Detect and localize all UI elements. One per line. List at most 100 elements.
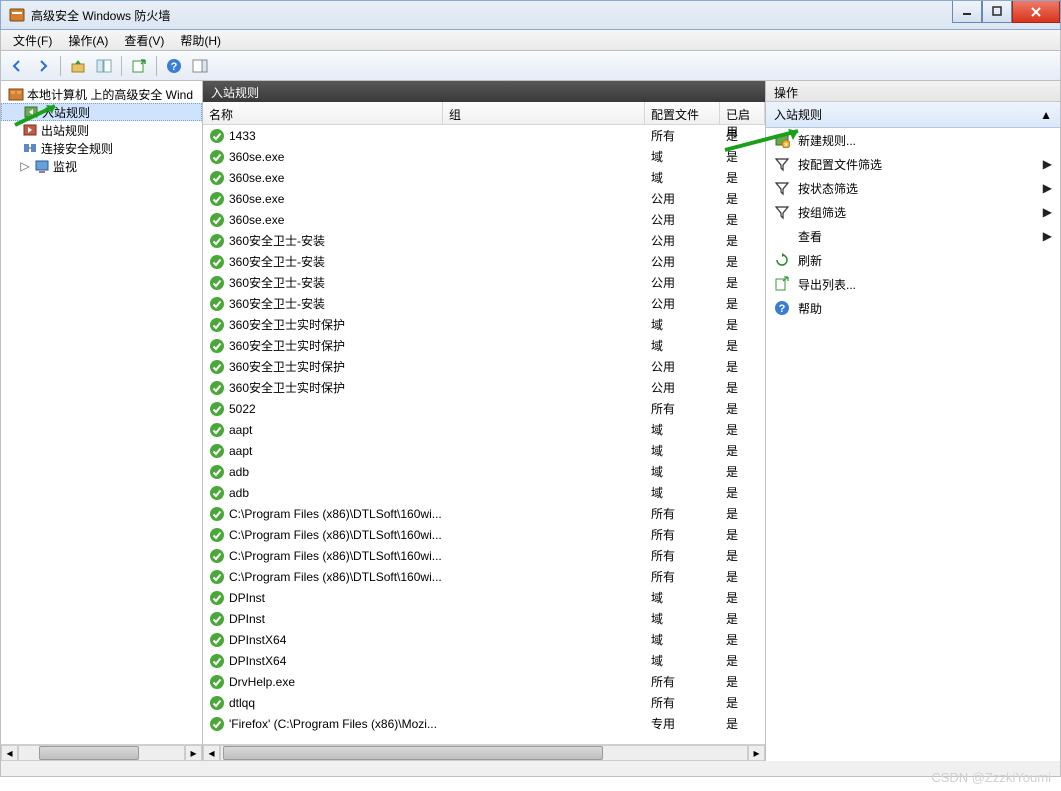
table-row[interactable]: C:\Program Files (x86)\DTLSoft\160wi...所… xyxy=(203,524,765,545)
table-row[interactable]: dtlqq所有是 xyxy=(203,692,765,713)
svg-text:✶: ✶ xyxy=(783,141,789,148)
table-row[interactable]: aapt域是 xyxy=(203,440,765,461)
inbound-icon xyxy=(23,104,39,120)
action-refresh[interactable]: 刷新 xyxy=(766,248,1060,272)
cell-enabled: 是 xyxy=(720,652,765,669)
action-export-label: 导出列表... xyxy=(798,276,856,293)
action-help[interactable]: ? 帮助 xyxy=(766,296,1060,320)
cell-name: dtlqq xyxy=(203,695,443,711)
table-row[interactable]: C:\Program Files (x86)\DTLSoft\160wi...所… xyxy=(203,545,765,566)
table-row[interactable]: 360安全卫士实时保护公用是 xyxy=(203,356,765,377)
table-row[interactable]: 360安全卫士-安装公用是 xyxy=(203,272,765,293)
window-bottom-border xyxy=(0,761,1061,777)
cell-profile: 所有 xyxy=(645,547,720,564)
col-enabled[interactable]: 已启用 xyxy=(720,102,765,124)
enabled-check-icon xyxy=(209,632,225,648)
action-export[interactable]: 导出列表... xyxy=(766,272,1060,296)
show-hide-tree-button[interactable] xyxy=(92,54,116,78)
up-level-button[interactable] xyxy=(66,54,90,78)
table-row[interactable]: adb域是 xyxy=(203,461,765,482)
tree-outbound-rules[interactable]: 出站规则 xyxy=(1,121,202,139)
col-profile[interactable]: 配置文件 xyxy=(645,102,720,124)
cell-profile: 所有 xyxy=(645,694,720,711)
cell-name: 360se.exe xyxy=(203,170,443,186)
action-new-rule[interactable]: ✶ 新建规则... xyxy=(766,128,1060,152)
enabled-check-icon xyxy=(209,464,225,480)
action-filter-state[interactable]: 按状态筛选 ▶ xyxy=(766,176,1060,200)
table-row[interactable]: aapt域是 xyxy=(203,419,765,440)
svg-text:?: ? xyxy=(171,61,178,73)
tree-pane: 本地计算机 上的高级安全 Wind 入站规则 出站规则 连接安全规则 ▷ 监视 xyxy=(1,81,203,761)
cell-enabled: 是 xyxy=(720,631,765,648)
table-row[interactable]: DPInstX64域是 xyxy=(203,650,765,671)
table-row[interactable]: 360se.exe公用是 xyxy=(203,209,765,230)
table-row[interactable]: DPInst域是 xyxy=(203,608,765,629)
col-group[interactable]: 组 xyxy=(443,102,645,124)
tree-connection-security[interactable]: 连接安全规则 xyxy=(1,139,202,157)
table-row[interactable]: 360安全卫士-安装公用是 xyxy=(203,293,765,314)
enabled-check-icon xyxy=(209,380,225,396)
action-filter-group[interactable]: 按组筛选 ▶ xyxy=(766,200,1060,224)
minimize-button[interactable] xyxy=(952,1,982,23)
table-body[interactable]: 1433所有是360se.exe域是360se.exe域是360se.exe公用… xyxy=(203,125,765,744)
table-row[interactable]: C:\Program Files (x86)\DTLSoft\160wi...所… xyxy=(203,566,765,587)
col-name[interactable]: 名称 xyxy=(203,102,443,124)
table-row[interactable]: 'Firefox' (C:\Program Files (x86)\Mozi..… xyxy=(203,713,765,734)
maximize-button[interactable] xyxy=(982,1,1012,23)
menu-file[interactable]: 文件(F) xyxy=(5,30,60,51)
table-row[interactable]: 360se.exe域是 xyxy=(203,167,765,188)
tree-root[interactable]: 本地计算机 上的高级安全 Wind xyxy=(1,85,202,103)
cell-enabled: 是 xyxy=(720,358,765,375)
table-row[interactable]: 360se.exe域是 xyxy=(203,146,765,167)
cell-enabled: 是 xyxy=(720,421,765,438)
back-button[interactable] xyxy=(5,54,29,78)
cell-enabled: 是 xyxy=(720,589,765,606)
table-row[interactable]: 360安全卫士实时保护公用是 xyxy=(203,377,765,398)
table-row[interactable]: 360安全卫士实时保护域是 xyxy=(203,314,765,335)
action-filter-profile[interactable]: 按配置文件筛选 ▶ xyxy=(766,152,1060,176)
enabled-check-icon xyxy=(209,359,225,375)
menu-view[interactable]: 查看(V) xyxy=(116,30,172,51)
action-view[interactable]: 查看 ▶ xyxy=(766,224,1060,248)
tree-inbound-label: 入站规则 xyxy=(42,104,90,121)
export-button[interactable] xyxy=(127,54,151,78)
table-row[interactable]: DPInst域是 xyxy=(203,587,765,608)
table-row[interactable]: 360安全卫士-安装公用是 xyxy=(203,251,765,272)
tree-monitoring[interactable]: ▷ 监视 xyxy=(1,157,202,175)
menu-help[interactable]: 帮助(H) xyxy=(172,30,229,51)
toolbar: ? xyxy=(0,51,1061,81)
forward-button[interactable] xyxy=(31,54,55,78)
cell-name: 360安全卫士-安装 xyxy=(203,253,443,270)
cell-name: DrvHelp.exe xyxy=(203,674,443,690)
collapse-icon[interactable]: ▲ xyxy=(1040,108,1052,122)
actions-section-header[interactable]: 入站规则 ▲ xyxy=(766,102,1060,128)
table-row[interactable]: adb域是 xyxy=(203,482,765,503)
expand-icon[interactable]: ▷ xyxy=(19,159,31,173)
menu-action[interactable]: 操作(A) xyxy=(60,30,116,51)
table-row[interactable]: DPInstX64域是 xyxy=(203,629,765,650)
table-row[interactable]: 1433所有是 xyxy=(203,125,765,146)
tree-inbound-rules[interactable]: 入站规则 xyxy=(1,103,202,121)
table-row[interactable]: 360se.exe公用是 xyxy=(203,188,765,209)
cell-name: 360安全卫士实时保护 xyxy=(203,358,443,375)
table-row[interactable]: C:\Program Files (x86)\DTLSoft\160wi...所… xyxy=(203,503,765,524)
tree-hscroll[interactable]: ◂▸ xyxy=(1,744,202,761)
filter-icon xyxy=(774,156,790,172)
table-row[interactable]: DrvHelp.exe所有是 xyxy=(203,671,765,692)
outbound-icon xyxy=(22,122,38,138)
cell-enabled: 是 xyxy=(720,400,765,417)
action-refresh-label: 刷新 xyxy=(798,252,822,269)
table-row[interactable]: 360安全卫士实时保护域是 xyxy=(203,335,765,356)
enabled-check-icon xyxy=(209,548,225,564)
rules-hscroll[interactable]: ◂▸ xyxy=(203,744,765,761)
cell-profile: 所有 xyxy=(645,673,720,690)
action-new-rule-label: 新建规则... xyxy=(798,132,856,149)
table-row[interactable]: 360安全卫士-安装公用是 xyxy=(203,230,765,251)
tree-monitor-label: 监视 xyxy=(53,158,77,175)
show-action-pane-button[interactable] xyxy=(188,54,212,78)
close-button[interactable] xyxy=(1012,1,1060,23)
cell-profile: 公用 xyxy=(645,190,720,207)
cell-profile: 专用 xyxy=(645,715,720,732)
table-row[interactable]: 5022所有是 xyxy=(203,398,765,419)
help-button[interactable]: ? xyxy=(162,54,186,78)
